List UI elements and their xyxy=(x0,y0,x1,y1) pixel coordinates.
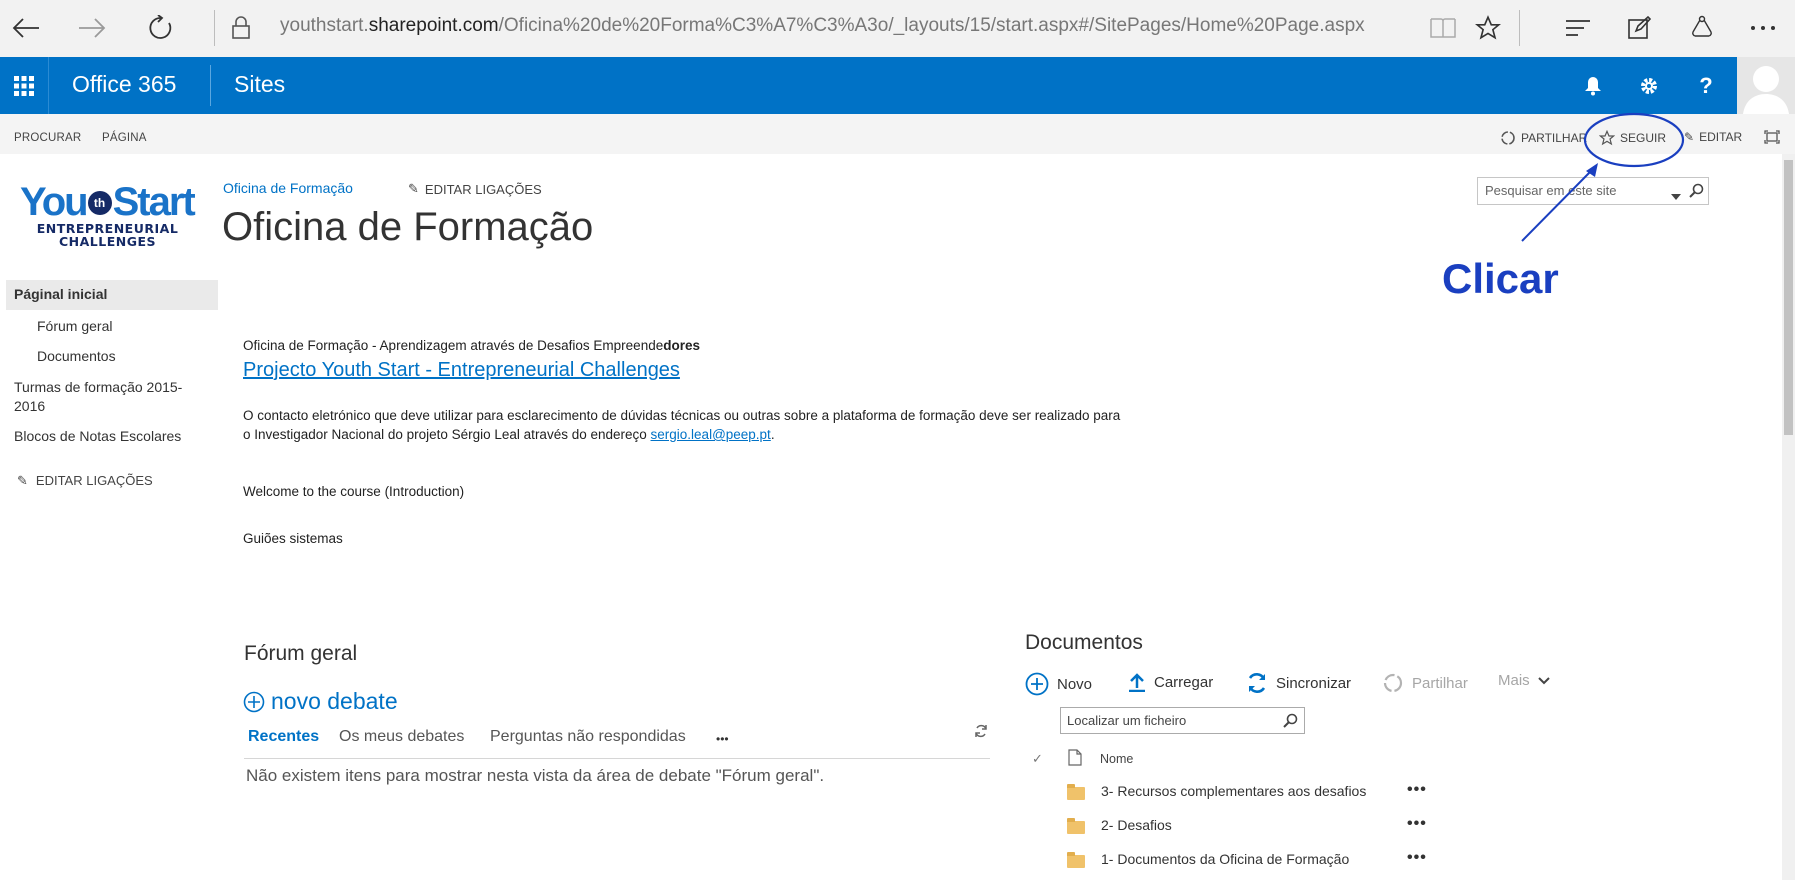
scrollbar-thumb[interactable] xyxy=(1784,160,1793,435)
annotation-circle xyxy=(1583,112,1685,168)
annotation-arrow-line xyxy=(1521,171,1591,242)
annotation-overlay xyxy=(1521,112,1685,242)
annotation-label: Clicar xyxy=(1442,255,1559,302)
